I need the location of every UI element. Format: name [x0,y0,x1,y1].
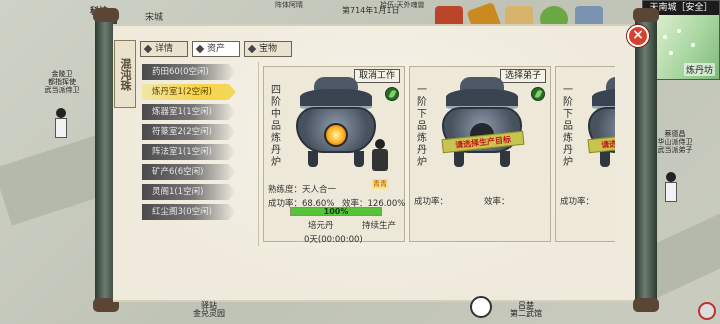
tab-bar: 详情 资产 宝物 [140,41,292,57]
hud-top-text: 阵体阿晴 [275,1,303,9]
sidebar-item-red-dust-pavilion[interactable]: 红尘阁3(0空闲) [142,204,236,220]
minimap-marker [669,51,673,55]
sidebar-item-formation-room[interactable]: 阵法室1(1空闲) [142,144,236,160]
sidebar-item-herb-field[interactable]: 药田60(0空闲) [142,64,236,80]
tab-label: 宝物 [258,44,277,54]
sidebar-item-spirit-pavilion[interactable]: 灵阁1(1空闲) [142,184,236,200]
furnace-title: 一阶下品炼丹炉 [563,85,573,168]
sidebar-item-talisman-room[interactable]: 符篆室2(2空闲) [142,124,236,140]
alchemy-furnace-image: 请选择生产目标 [436,77,528,167]
furnace-card-list[interactable]: 四阶中品炼丹炉 取消工作 青青 熟练度：天人合一 成功率：68.60% 效率：1… [258,62,615,246]
window-title-seal: 混沌珠 [114,40,136,108]
bottom-location-label: 吕楚 第二武馆 [510,301,542,318]
hud-top-text: 拾伍-天外魂兽 [380,1,425,9]
furnace-title: 一阶下品炼丹炉 [417,85,427,168]
corner-close-icon[interactable] [698,302,716,320]
minimap-location-label: 炼丹坊 [683,63,715,76]
production-time: 0天(00:00:00) [304,235,363,245]
tab-assets[interactable]: 资产 [192,41,240,57]
furnace-card[interactable]: 一阶下品炼丹炉 请选择生产目标 成功率： [555,66,615,242]
efficiency-text: 效率： [484,197,510,207]
furnace-title: 四阶中品炼丹炉 [271,85,281,168]
success-rate-text: 成功率： [560,197,595,207]
tab-details[interactable]: 详情 [140,41,188,57]
npc-right-label: 蔡德昌 华山派侍卫 武当派弟子 [657,130,693,154]
furnace-card[interactable]: 四阶中品炼丹炉 取消工作 青青 熟练度：天人合一 成功率：68.60% 效率：1… [263,66,405,245]
disciple-figure[interactable] [370,139,392,181]
sidebar-item-mine[interactable]: 矿产6(6空闲) [142,164,236,180]
npc-left[interactable] [54,108,68,138]
product-name: 培元丹 [308,221,334,231]
success-rate-text: 成功率： [414,197,449,207]
facility-sidebar: 药田60(0空闲) 炼丹室1(2空闲) 炼器室1(1空闲) 符篆室2(2空闲) … [142,64,236,224]
furnace-card[interactable]: 一阶下品炼丹炉 选择弟子 请选择生产目标 成功率： 效率： [409,66,551,242]
tab-treasures[interactable]: 宝物 [244,41,292,57]
fire-icon [326,125,346,145]
close-button[interactable]: × [627,25,649,47]
scroll-rod-right [633,8,659,312]
tab-label: 资产 [206,44,225,54]
bottom-location-label: 驿站 金兑灵园 [193,301,225,318]
npc-left-label: 金陵卫 都指挥使 武当派侍卫 [44,70,80,94]
production-mode: 持续生产 [362,221,397,231]
sidebar-item-alchemy-room[interactable]: 炼丹室1(2空闲) [142,84,236,100]
proficiency-text: 熟练度：天人合一 [268,185,337,195]
production-progress-bar: 100% [290,207,382,216]
npc-right[interactable] [664,172,678,202]
disciple-name: 青青 [372,179,388,189]
alchemy-furnace-image [290,77,382,167]
yin-yang-icon[interactable] [470,296,492,318]
alchemy-furnace-image: 请选择生产目标 [582,77,615,167]
leaf-icon [531,87,545,101]
tab-label: 详情 [154,44,173,54]
minimap-marker [677,29,681,33]
sidebar-item-forge-room[interactable]: 炼器室1(1空闲) [142,104,236,120]
leaf-icon [385,87,399,101]
progress-label: 100% [323,207,349,216]
minimap-marker [691,43,695,47]
minimap-marker [663,35,667,39]
